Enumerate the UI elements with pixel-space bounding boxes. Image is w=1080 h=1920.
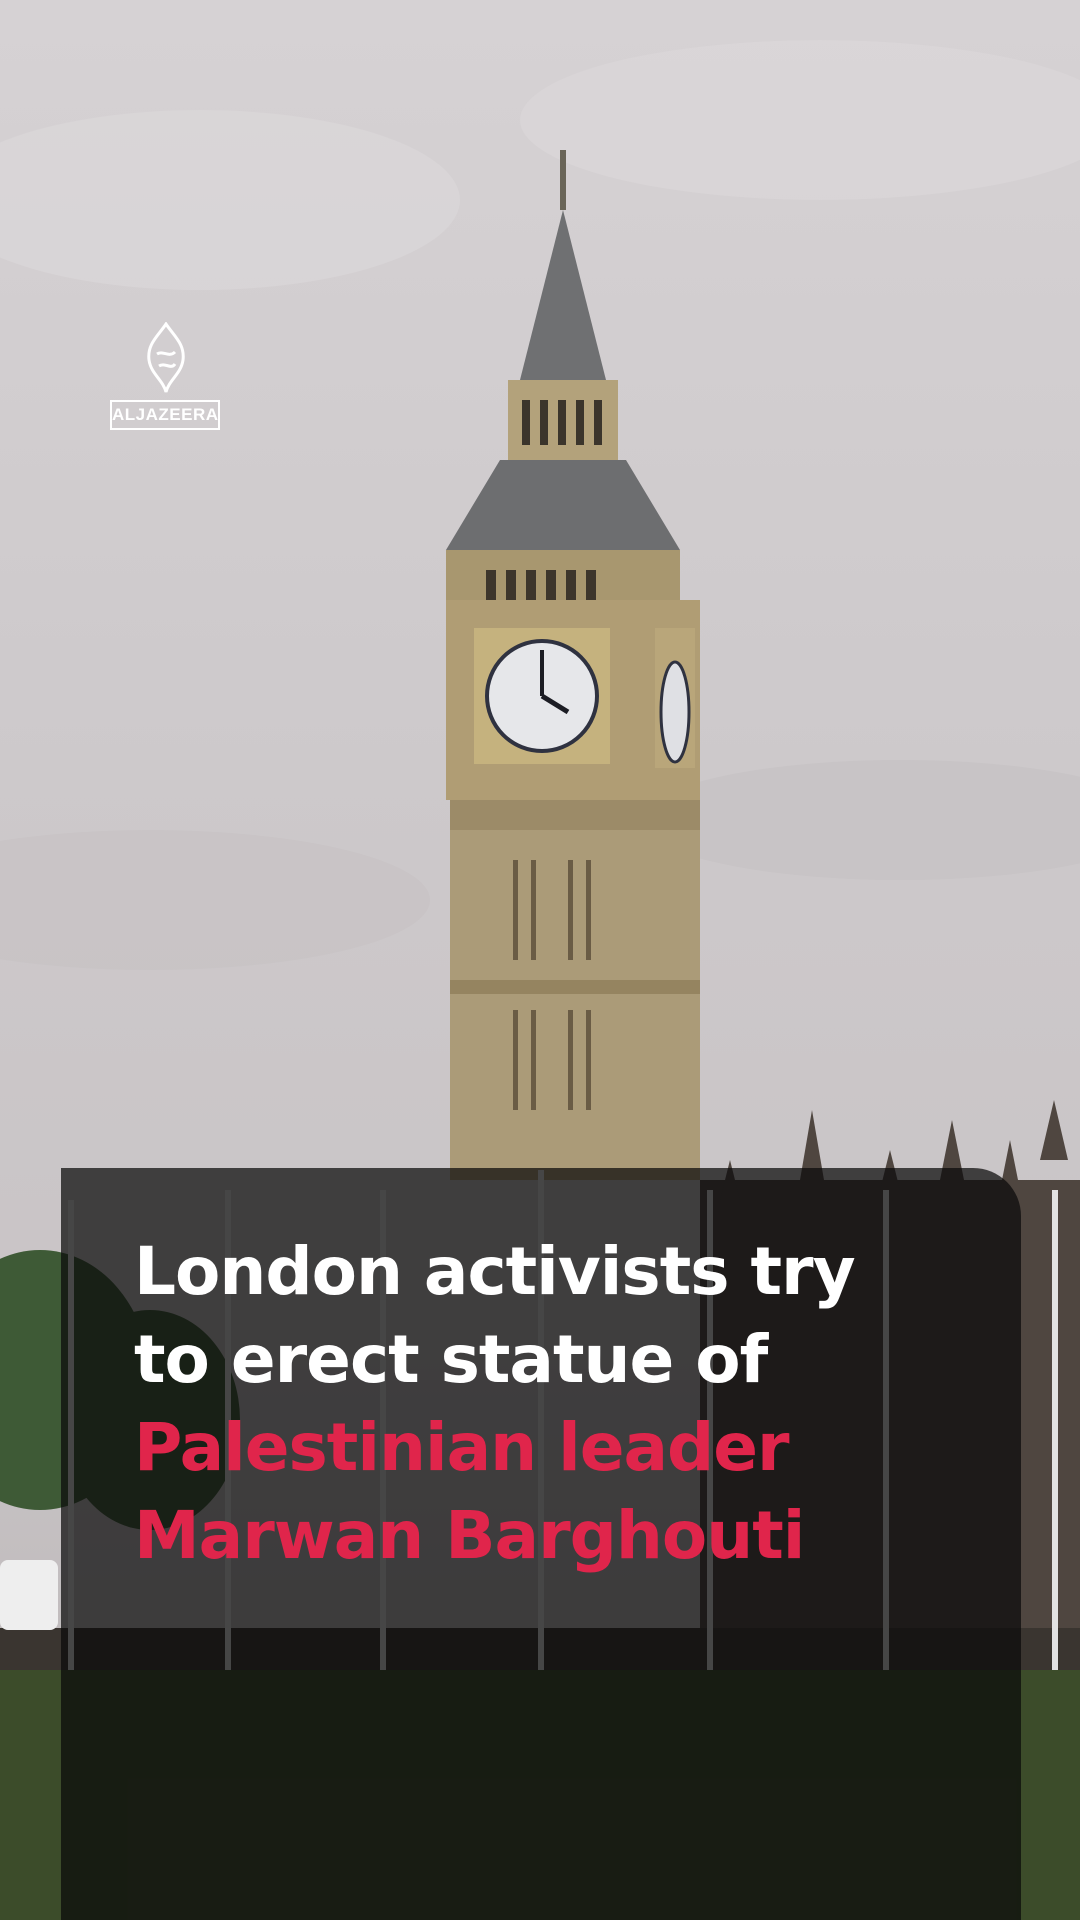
headline-line-1: London activists try bbox=[134, 1233, 856, 1310]
al-jazeera-logo: ALJAZEERA bbox=[110, 322, 226, 438]
al-jazeera-wordmark: ALJAZEERA bbox=[110, 400, 220, 430]
headline: London activists try to erect statue of … bbox=[134, 1228, 974, 1580]
big-ben-tower bbox=[446, 150, 700, 1180]
headline-line-3: Palestinian leader bbox=[134, 1409, 790, 1486]
al-jazeera-calligraphy-icon bbox=[147, 322, 185, 393]
video-frame: ALJAZEERA London activists try to erect … bbox=[0, 0, 1080, 1920]
van bbox=[0, 1560, 58, 1630]
headline-line-2: to erect statue of bbox=[134, 1321, 768, 1398]
headline-line-4: Marwan Barghouti bbox=[134, 1497, 805, 1574]
